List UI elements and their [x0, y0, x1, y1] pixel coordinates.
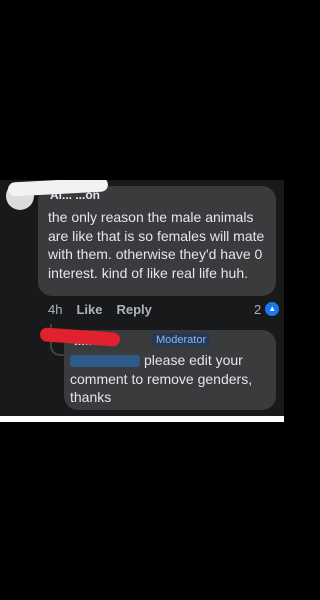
mention-tag[interactable] [70, 355, 140, 368]
reaction-summary[interactable]: 2 ▲ [254, 301, 281, 317]
reply-button[interactable]: Reply [116, 302, 151, 317]
like-button[interactable]: Like [76, 302, 102, 317]
comment-time: 4h [48, 302, 63, 317]
comment-thread-panel: Al... ...on the only reason the male ani… [0, 180, 284, 416]
comment-text: the only reason the male animals are lik… [48, 209, 265, 281]
like-thumb-icon: ▲ [264, 301, 281, 317]
reaction-count: 2 [254, 301, 262, 317]
moderator-badge: Moderator [152, 333, 211, 347]
reply-text-block: please edit your comment to remove gende… [70, 351, 276, 407]
bottom-divider [0, 416, 284, 422]
comment-actions: 4h Like Reply [48, 302, 152, 317]
comment-bubble: Al... ...on the only reason the male ani… [7, 180, 276, 296]
